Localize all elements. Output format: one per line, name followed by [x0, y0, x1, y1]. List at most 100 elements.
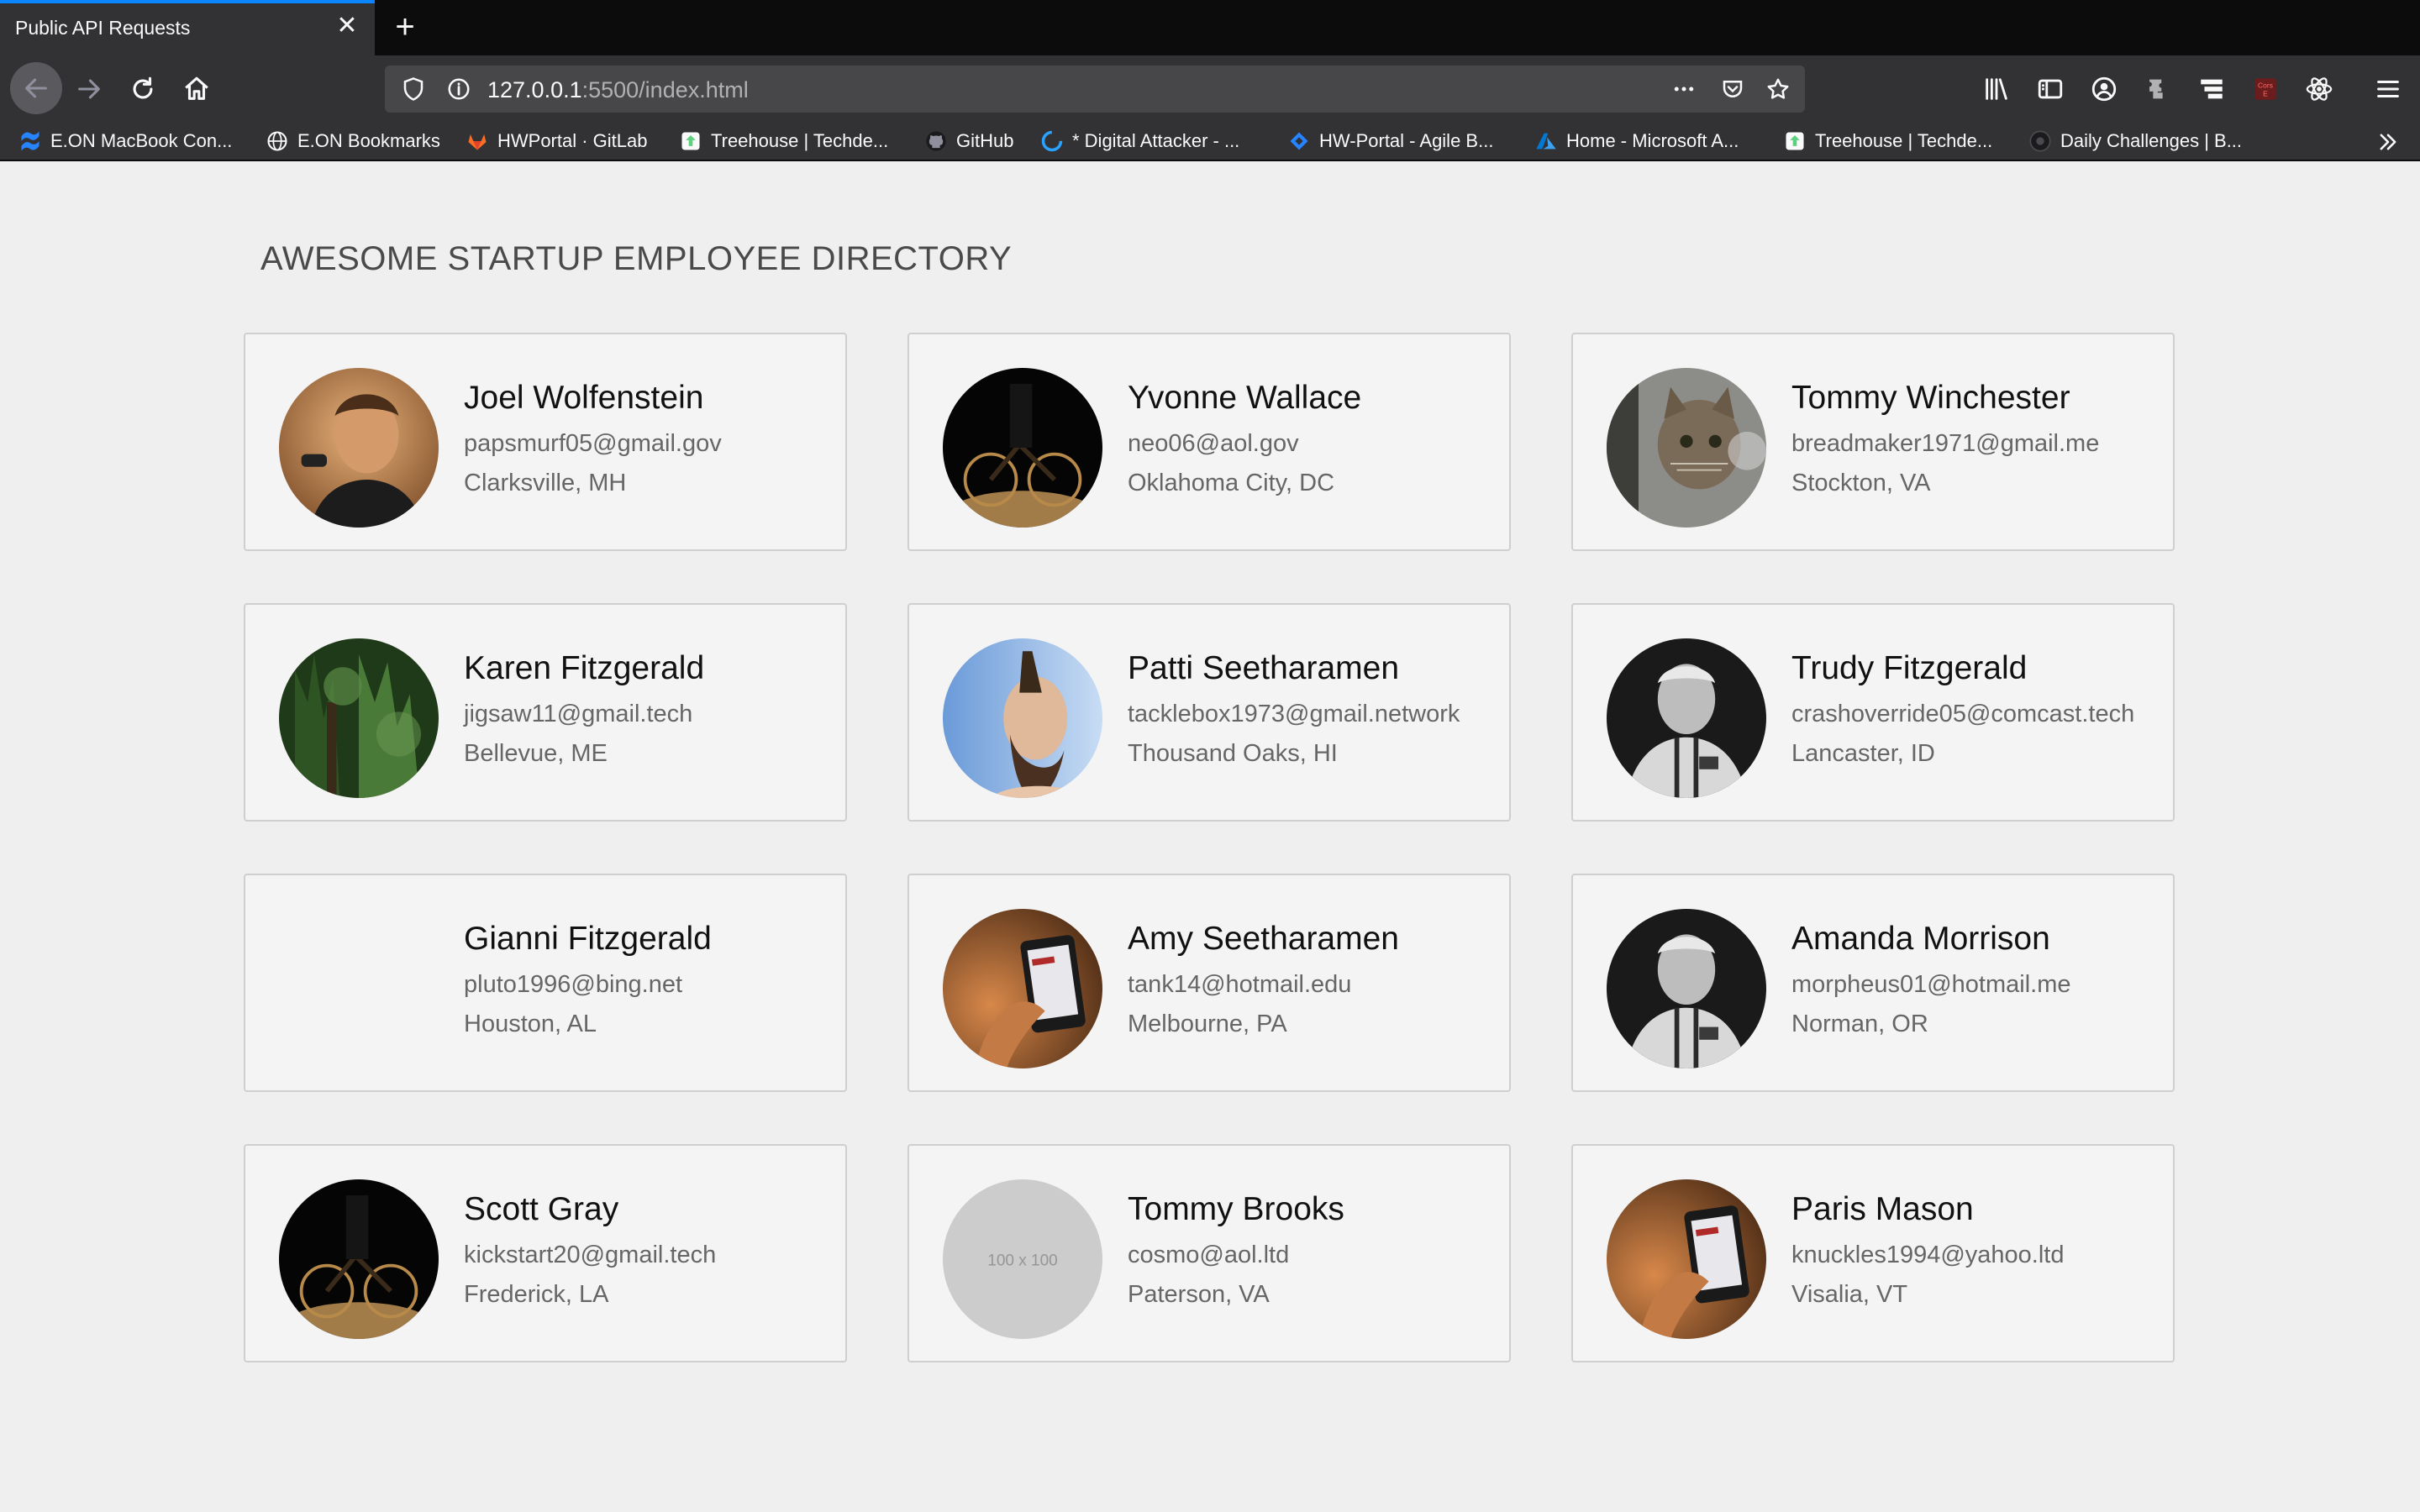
avatar [1607, 638, 1766, 798]
employee-location: Paterson, VA [1128, 1281, 1270, 1308]
svg-text:Cors: Cors [2258, 81, 2273, 90]
employee-name: Tommy Brooks [1128, 1191, 1344, 1227]
employee-card[interactable]: Patti Seetharamen tacklebox1973@gmail.net… [908, 603, 1511, 822]
avatar [279, 909, 439, 1068]
pocket-icon[interactable] [1719, 76, 1746, 102]
employee-email: cosmo@aol.ltd [1128, 1242, 1290, 1268]
employee-name: Paris Mason [1791, 1191, 1974, 1227]
url-host: 127.0.0.1 [487, 77, 582, 102]
menu-icon[interactable] [2371, 72, 2405, 106]
back-button[interactable] [10, 62, 62, 114]
employee-name: Scott Gray [464, 1191, 619, 1227]
avatar [943, 638, 1102, 798]
bookmark-star-icon[interactable] [1765, 76, 1791, 102]
cors-extension-icon[interactable]: Cors E [2249, 72, 2282, 106]
jira-icon [1287, 129, 1311, 153]
forward-button[interactable] [69, 69, 109, 109]
employee-location: Stockton, VA [1791, 470, 1931, 496]
employee-email: tacklebox1973@gmail.network [1128, 701, 1460, 727]
account-icon[interactable] [2087, 72, 2121, 106]
avatar [943, 909, 1102, 1068]
url-path: :5500/index.html [581, 77, 749, 102]
react-devtools-icon[interactable] [2302, 72, 2336, 106]
reload-button[interactable] [123, 69, 163, 109]
site-info-icon[interactable] [445, 76, 472, 102]
bookmark-item[interactable]: HWPortal · GitLab [466, 126, 648, 156]
employee-email: knuckles1994@yahoo.ltd [1791, 1242, 2065, 1268]
bookmark-label: GitHub [956, 130, 1014, 151]
sidebar-icon[interactable] [2033, 72, 2067, 106]
employee-card[interactable]: Trudy Fitzgerald crashoverride05@comcast.… [1571, 603, 2175, 822]
employee-location: Visalia, VT [1791, 1281, 1908, 1308]
employee-card[interactable]: Scott Gray kickstart20@gmail.tech Frederic… [244, 1144, 847, 1362]
bookmark-label: Daily Challenges | B... [2060, 130, 2243, 151]
container-icon[interactable] [2195, 72, 2228, 106]
bookmark-item[interactable]: Treehouse | Techde... [679, 126, 888, 156]
library-icon[interactable] [1980, 72, 2013, 106]
avatar [279, 1179, 439, 1339]
back-arrow-icon [25, 78, 47, 98]
employee-location: Melbourne, PA [1128, 1011, 1287, 1037]
employee-card[interactable]: Amanda Morrison morpheus01@hotmail.me Norm… [1571, 874, 2175, 1092]
bookmarks-toolbar: E.ON MacBook Con... E.ON Bookmarks HWPor… [0, 123, 2420, 161]
close-tab-icon[interactable]: ✕ [333, 12, 361, 40]
employee-email: neo06@aol.gov [1128, 430, 1299, 457]
bookmark-label: Treehouse | Techde... [1815, 130, 1993, 151]
employee-card[interactable]: Paris Mason knuckles1994@yahoo.ltd Visalia… [1571, 1144, 2175, 1362]
bookmark-label: HW-Portal - Agile B... [1319, 130, 1494, 151]
bookmark-label: Treehouse | Techde... [711, 130, 889, 151]
employee-card[interactable]: Karen Fitzgerald jigsaw11@gmail.tech Belle… [244, 603, 847, 822]
globe-icon [266, 129, 289, 153]
avatar: 100 x 100 [943, 1179, 1102, 1339]
employee-card[interactable]: Joel Wolfenstein papsmurf05@gmail.gov Clar… [244, 333, 847, 551]
extension-icon[interactable] [2141, 72, 2175, 106]
bookmark-item[interactable]: Daily Challenges | B... [2028, 126, 2242, 156]
employee-location: Thousand Oaks, HI [1128, 740, 1338, 767]
gitlab-icon [466, 129, 489, 153]
avatar [279, 638, 439, 798]
employee-card[interactable]: 100 x 100 Tommy Brooks cosmo@aol.ltd Paters… [908, 1144, 1511, 1362]
new-tab-icon[interactable]: + [388, 8, 422, 45]
tab-active[interactable]: Public API Requests ✕ [0, 0, 375, 55]
url-text[interactable]: 127.0.0.1:5500/index.html [487, 77, 749, 103]
bookmark-item[interactable]: Treehouse | Techde... [1783, 126, 1992, 156]
bookmark-item[interactable]: * Digital Attacker - ... [1040, 126, 1239, 156]
bookmark-item[interactable]: E.ON Bookmarks [266, 126, 440, 156]
employee-email: pluto1996@bing.net [464, 971, 683, 998]
forward-arrow-icon [78, 79, 100, 99]
avatar [279, 368, 439, 528]
employee-email: morpheus01@hotmail.me [1791, 971, 2071, 998]
employee-card[interactable]: Yvonne Wallace neo06@aol.gov Oklahoma City… [908, 333, 1511, 551]
tracking-shield-icon[interactable] [400, 76, 427, 102]
page-content: AWESOME STARTUP EMPLOYEE DIRECTORY Joel … [0, 161, 2420, 1512]
bookmarks-overflow-icon[interactable] [2373, 128, 2403, 156]
nav-bar: 127.0.0.1:5500/index.html Cors E [0, 55, 2420, 123]
tab-title: Public API Requests [15, 17, 191, 39]
employee-card[interactable]: Amy Seetharamen tank14@hotmail.edu Melbour… [908, 874, 1511, 1092]
employee-email: papsmurf05@gmail.gov [464, 430, 722, 457]
employee-name: Tommy Winchester [1791, 380, 2070, 416]
employee-card[interactable]: Gianni Fitzgerald pluto1996@bing.net Houst… [244, 874, 847, 1092]
confluence-icon [18, 129, 42, 153]
bookmark-item[interactable]: HW-Portal - Agile B... [1287, 126, 1493, 156]
bookmark-label: Home - Microsoft A... [1566, 130, 1739, 151]
bookmark-label: E.ON MacBook Con... [50, 130, 233, 151]
svg-text:100 x 100: 100 x 100 [987, 1252, 1057, 1270]
employee-card[interactable]: Tommy Winchester breadmaker1971@gmail.me S… [1571, 333, 2175, 551]
avatar [1607, 368, 1766, 528]
home-button[interactable] [176, 69, 217, 109]
bookmark-item[interactable]: E.ON MacBook Con... [18, 126, 232, 156]
page-actions-icon[interactable] [1670, 76, 1697, 102]
address-bar[interactable]: 127.0.0.1:5500/index.html [385, 66, 1805, 113]
browser-chrome: Public API Requests ✕ + 127.0.0.1:5500/i… [0, 0, 2420, 161]
github-icon [924, 129, 948, 153]
tab-strip: Public API Requests ✕ + [0, 0, 2420, 55]
treehouse-icon [1783, 129, 1807, 153]
employee-name: Gianni Fitzgerald [464, 921, 712, 957]
employee-name: Yvonne Wallace [1128, 380, 1362, 416]
employee-name: Karen Fitzgerald [464, 650, 705, 686]
bookmark-item[interactable]: Home - Microsoft A... [1534, 126, 1739, 156]
bookmark-item[interactable]: GitHub [924, 126, 1013, 156]
employee-email: jigsaw11@gmail.tech [464, 701, 693, 727]
avatar [943, 368, 1102, 528]
